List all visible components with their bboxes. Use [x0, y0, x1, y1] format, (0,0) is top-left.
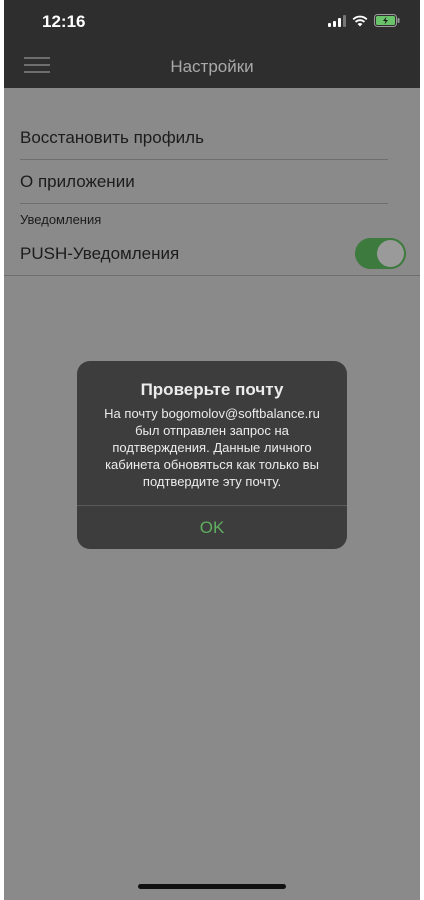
alert-message-line: был отправлен запрос на	[135, 423, 289, 438]
section-header-label: Уведомления	[20, 212, 102, 227]
alert-message-line: На почту bogomolov@softbalance.ru	[104, 406, 320, 421]
settings-list: Восстановить профиль О приложении Уведом…	[4, 116, 420, 276]
home-indicator[interactable]	[138, 884, 286, 889]
toggle-knob	[377, 240, 404, 267]
wifi-icon	[352, 15, 368, 27]
about-app-label: О приложении	[20, 172, 135, 191]
push-notifications-toggle[interactable]	[355, 238, 406, 269]
divider	[4, 275, 420, 276]
restore-profile-label: Восстановить профиль	[20, 128, 204, 147]
status-icons	[328, 14, 400, 27]
push-notifications-label: PUSH-Уведомления	[20, 244, 180, 263]
status-bar: 12:16	[4, 0, 420, 44]
page-title: Настройки	[170, 57, 254, 76]
check-email-alert: Проверьте почту На почту bogomolov@softb…	[77, 361, 347, 549]
alert-message-line: подтвердите эту почту.	[142, 474, 282, 489]
alert-message-line: кабинета обновяться как только вы	[105, 457, 319, 472]
signal-icon	[328, 14, 346, 27]
alert-message: На почту bogomolov@softbalance.ru был от…	[89, 405, 335, 490]
notifications-section-header: Уведомления	[4, 204, 420, 232]
battery-charging-icon	[374, 14, 400, 27]
phone-screen: 12:16 Настройки Восстановить профиль О п…	[4, 0, 420, 900]
alert-title: Проверьте почту	[140, 380, 284, 399]
nav-bar: Настройки	[4, 44, 420, 88]
ok-button[interactable]: OK	[77, 506, 347, 549]
push-notifications-row: PUSH-Уведомления	[4, 232, 420, 276]
about-app-item[interactable]: О приложении	[4, 160, 420, 204]
restore-profile-item[interactable]: Восстановить профиль	[4, 116, 420, 160]
alert-message-line: подтверждения. Данные личного	[112, 440, 312, 455]
status-time: 12:16	[42, 12, 86, 31]
